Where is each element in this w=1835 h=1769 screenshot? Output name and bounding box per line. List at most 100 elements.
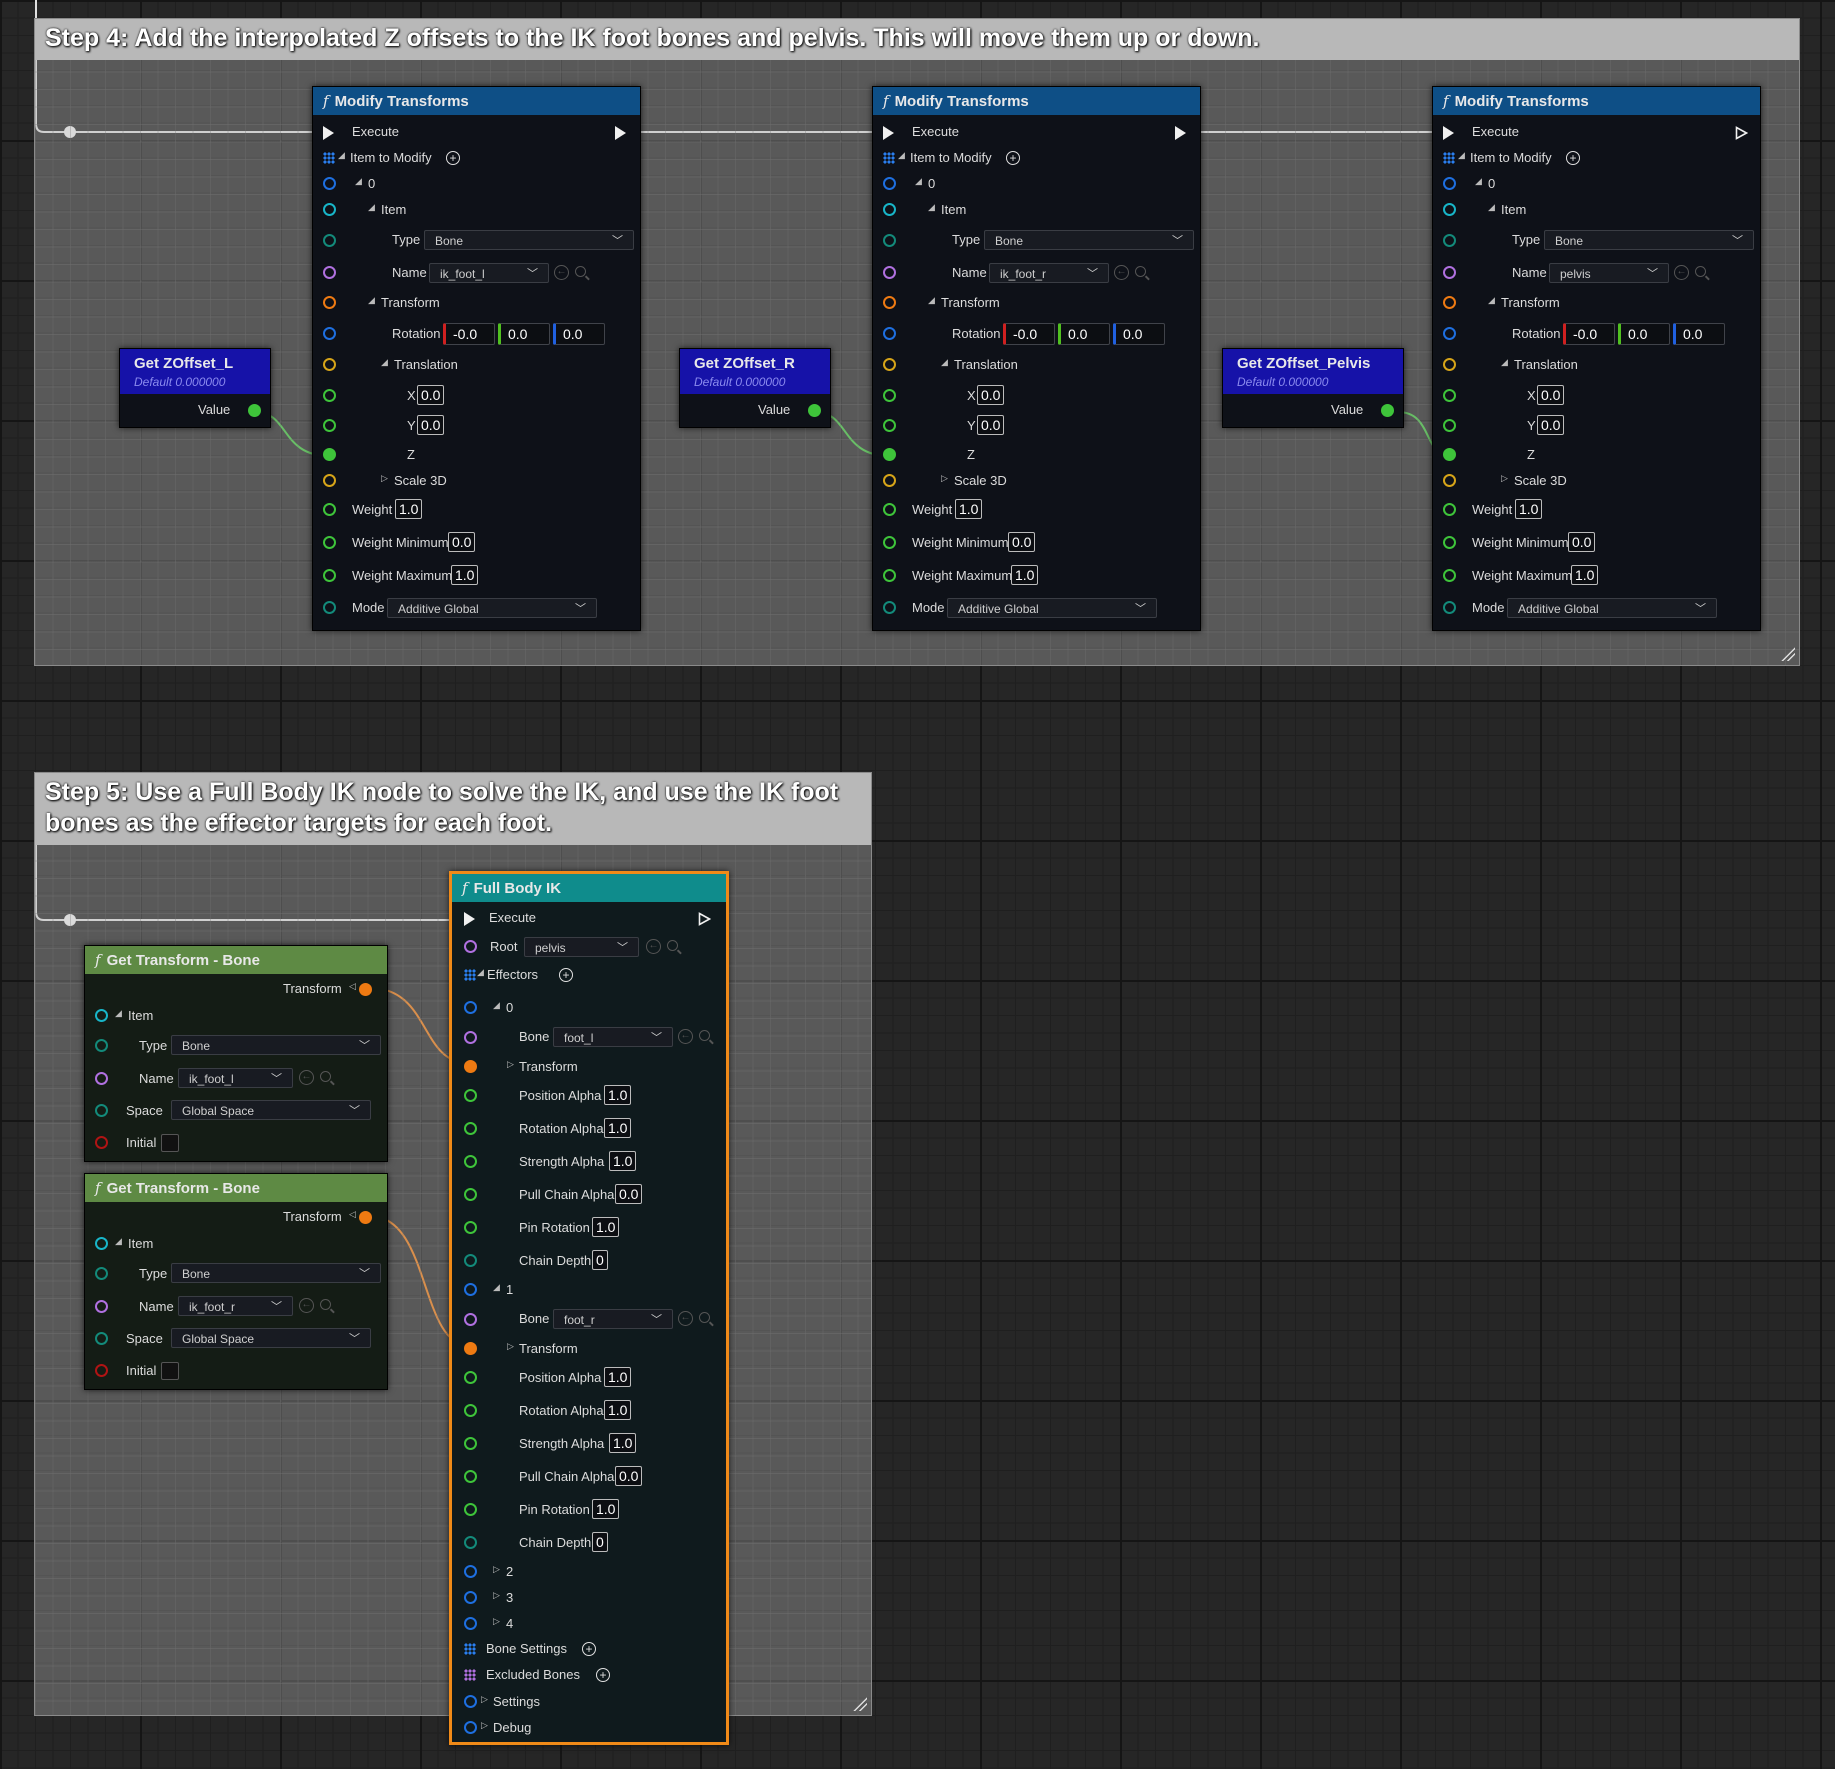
scale-pin[interactable] [1443,474,1456,487]
expand-arrow-icon[interactable]: ◢ [477,967,484,978]
rotation-y-field[interactable]: 0.0 [498,323,550,345]
translation-pin[interactable] [323,358,336,371]
strength-alpha-pin[interactable] [464,1437,477,1450]
rotation-z-field[interactable]: 0.0 [1673,323,1725,345]
expand-arrow-icon[interactable]: ◢ [1488,202,1495,213]
modify-transforms-node[interactable]: f Modify Transforms Execute ◢ Item to Modify… [872,86,1201,631]
effector-element-pin[interactable] [464,1591,477,1604]
expand-arrow-icon[interactable]: ◢ [1488,295,1495,306]
modify-transforms-header[interactable]: f Modify Transforms [313,87,640,115]
expand-arrow-icon[interactable]: ▷ [507,1341,514,1352]
exec-out-pin-icon[interactable] [1175,126,1186,140]
mode-dropdown[interactable]: Additive Global ﹀ [947,598,1157,618]
array-pin-icon[interactable] [464,1669,476,1681]
mode-pin[interactable] [883,601,896,614]
rotation-y-field[interactable]: 0.0 [1618,323,1670,345]
expand-arrow-icon[interactable]: ◢ [898,150,905,161]
weight-max-pin[interactable] [1443,569,1456,582]
expand-arrow-icon[interactable]: ◢ [941,357,948,368]
pin-rotation-field[interactable]: 1.0 [592,1499,620,1519]
use-selected-icon[interactable]: ← [646,939,661,954]
get-transform-bone-node[interactable]: f Get Transform - Bone Transform ◁ ◢ Item Type… [84,945,388,1162]
pin-rotation-pin[interactable] [464,1221,477,1234]
effector-element-pin[interactable] [464,1001,477,1014]
fbik-header[interactable]: f Full Body IK [452,874,726,902]
chain-depth-field[interactable]: 0 [592,1532,608,1552]
add-effector-icon[interactable]: + [559,968,573,982]
exec-in-pin-icon[interactable] [1443,126,1454,140]
item-struct-pin[interactable] [323,203,336,216]
expand-arrow-icon[interactable]: ▷ [481,1720,488,1731]
space-dropdown[interactable]: Global Space ﹀ [171,1328,371,1348]
name-dropdown[interactable]: ik_foot_r ﹀ [989,263,1109,283]
rotation-alpha-field[interactable]: 1.0 [604,1118,632,1138]
rotation-y-field[interactable]: 0.0 [1058,323,1110,345]
type-pin[interactable] [883,234,896,247]
value-out-pin[interactable] [1381,404,1394,417]
variable-header[interactable]: Get ZOffset_R Default 0.000000 [680,349,830,394]
name-pin[interactable] [95,1300,108,1313]
use-selected-icon[interactable]: ← [1114,265,1129,280]
pull-chain-alpha-field[interactable]: 0.0 [615,1466,643,1486]
expand-arrow-icon[interactable]: ▷ [481,1694,488,1705]
type-dropdown[interactable]: Bone ﹀ [171,1263,381,1283]
browse-search-icon[interactable] [1695,266,1706,277]
modify-transforms-node[interactable]: f Modify Transforms Execute ◢ Item to Modify… [1432,86,1761,631]
type-pin[interactable] [95,1039,108,1052]
rotation-z-field[interactable]: 0.0 [1113,323,1165,345]
rotation-pin[interactable] [323,327,336,340]
expand-arrow-icon[interactable]: ◢ [355,176,362,187]
expand-arrow-icon[interactable]: ▷ [493,1590,500,1601]
value-out-pin[interactable] [248,404,261,417]
strength-alpha-field[interactable]: 1.0 [609,1151,637,1171]
pull-chain-alpha-field[interactable]: 0.0 [615,1184,643,1204]
type-pin[interactable] [95,1267,108,1280]
weight-min-pin[interactable] [883,536,896,549]
rotation-x-field[interactable]: -0.0 [1003,323,1055,345]
resize-handle-icon[interactable] [1781,647,1795,661]
rotation-x-field[interactable]: -0.0 [1563,323,1615,345]
bone-pin[interactable] [464,1031,477,1044]
type-dropdown[interactable]: Bone ﹀ [984,230,1194,250]
item-pin[interactable] [95,1237,108,1250]
item-struct-pin[interactable] [883,203,896,216]
get-variable-node[interactable]: Get ZOffset_Pelvis Default 0.000000 Value [1222,348,1404,428]
rotation-alpha-pin[interactable] [464,1404,477,1417]
array-element-pin[interactable] [883,177,896,190]
bone-pin[interactable] [464,1313,477,1326]
browse-search-icon[interactable] [699,1030,710,1041]
rotation-z-field[interactable]: 0.0 [553,323,605,345]
exec-in-pin-icon[interactable] [883,126,894,140]
name-dropdown[interactable]: ik_foot_l ﹀ [178,1068,293,1088]
effector-element-pin[interactable] [464,1283,477,1296]
pin-rotation-field[interactable]: 1.0 [592,1217,620,1237]
weight-maximum-field[interactable]: 1.0 [451,565,479,585]
bone-dropdown[interactable]: foot_r ﹀ [553,1309,673,1329]
weight-minimum-field[interactable]: 0.0 [1568,532,1596,552]
expand-arrow-icon[interactable]: ▷ [1501,473,1508,484]
transform-out-pin[interactable] [359,983,372,996]
expand-arrow-icon[interactable]: ▷ [493,1564,500,1575]
type-dropdown[interactable]: Bone ﹀ [171,1035,381,1055]
modify-transforms-node[interactable]: f Modify Transforms Execute ◢ Item to Modify… [312,86,641,631]
name-dropdown[interactable]: ik_foot_r ﹀ [178,1296,293,1316]
weight-minimum-field[interactable]: 0.0 [448,532,476,552]
effector-transform-pin[interactable] [464,1060,477,1073]
get-variable-node[interactable]: Get ZOffset_L Default 0.000000 Value [119,348,271,428]
exec-out-pin-icon[interactable] [615,126,626,140]
debug-pin[interactable] [464,1721,477,1734]
array-element-pin[interactable] [1443,177,1456,190]
position-alpha-pin[interactable] [464,1371,477,1384]
add-element-icon[interactable]: + [446,151,460,165]
name-dropdown[interactable]: pelvis ﹀ [1549,263,1669,283]
expand-arrow-icon[interactable]: ◢ [928,295,935,306]
expand-arrow-icon[interactable]: ◢ [915,176,922,187]
position-alpha-pin[interactable] [464,1089,477,1102]
transform-pin[interactable] [883,296,896,309]
type-dropdown[interactable]: Bone ﹀ [1544,230,1754,250]
translation-z-pin[interactable] [323,448,336,461]
browse-search-icon[interactable] [1135,266,1146,277]
mode-dropdown[interactable]: Additive Global ﹀ [387,598,597,618]
browse-search-icon[interactable] [320,1299,331,1310]
translation-z-pin[interactable] [1443,448,1456,461]
